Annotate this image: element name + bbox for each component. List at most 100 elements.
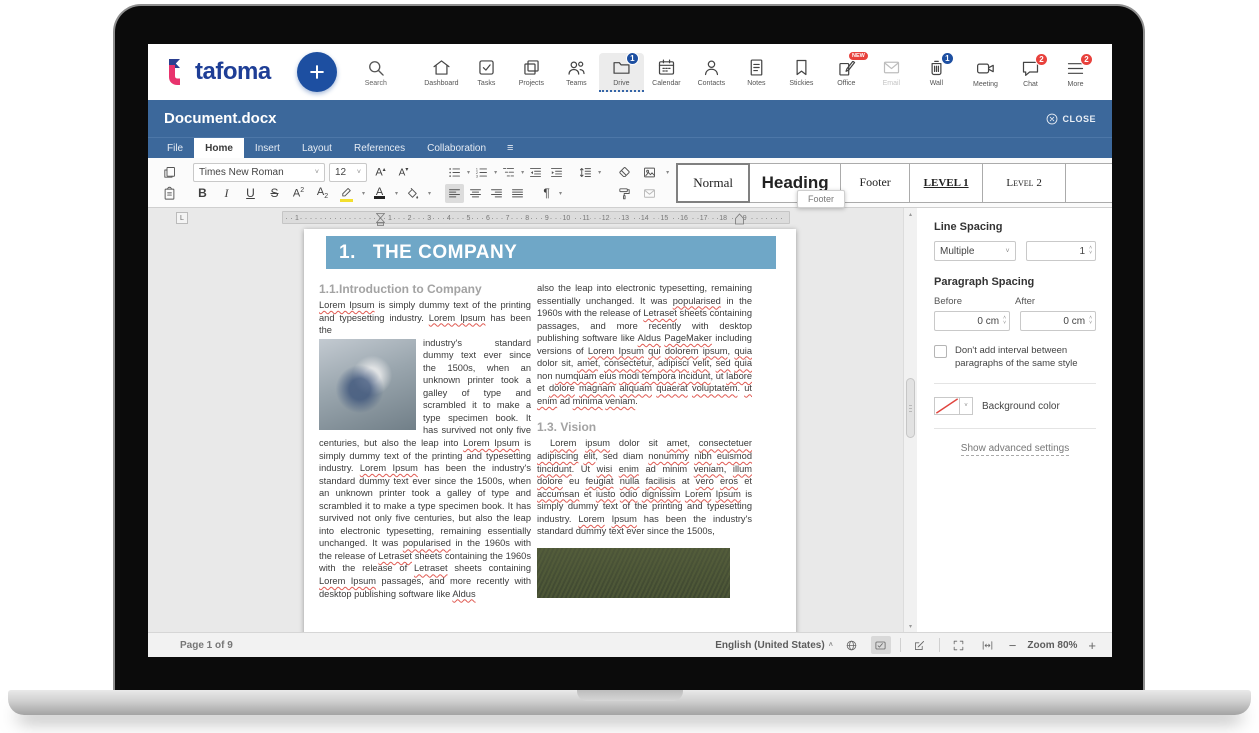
- font-color-button[interactable]: A: [370, 184, 389, 203]
- tab-references[interactable]: References: [343, 138, 416, 158]
- insert-image-button[interactable]: [640, 163, 659, 182]
- nav-item-contacts[interactable]: Contacts: [689, 53, 734, 92]
- nav-item-dashboard[interactable]: Dashboard: [419, 53, 464, 92]
- superscript-button[interactable]: A2: [289, 184, 308, 203]
- align-right-button[interactable]: [487, 184, 506, 203]
- strikethrough-button[interactable]: S: [265, 184, 284, 203]
- underline-button[interactable]: U: [241, 184, 260, 203]
- tafoma-logo[interactable]: tafoma: [164, 57, 271, 87]
- align-justify-button[interactable]: [508, 184, 527, 203]
- scrollbar-thumb[interactable]: [906, 378, 915, 438]
- spacing-after-value: 0 cm: [1063, 316, 1085, 327]
- close-button[interactable]: CLOSE: [1045, 112, 1096, 126]
- line-spacing-select[interactable]: Multiple ˅: [934, 241, 1016, 261]
- document-scrollbar[interactable]: ▴ ▾: [903, 208, 917, 632]
- numbered-list-button[interactable]: 123: [472, 163, 491, 182]
- scroll-up-arrow[interactable]: ▴: [904, 208, 917, 220]
- tab-file[interactable]: File: [156, 138, 194, 158]
- increase-indent-button[interactable]: [547, 163, 566, 182]
- multilevel-list-button[interactable]: [499, 163, 518, 182]
- nav-item-chat[interactable]: 2 Chat: [1008, 54, 1053, 91]
- search-button[interactable]: Search: [365, 58, 387, 87]
- zoom-in-button[interactable]: +: [1086, 638, 1098, 653]
- nav-item-wall[interactable]: 1 Wall: [914, 53, 959, 92]
- nav-item-meeting[interactable]: Meeting: [963, 54, 1008, 91]
- clear-formatting-button[interactable]: [615, 163, 634, 182]
- misspelled-word: vero: [696, 476, 714, 486]
- document-title: Document.docx: [164, 110, 277, 127]
- chapter-title: THE COMPANY: [373, 242, 517, 264]
- highlight-color-button[interactable]: [337, 184, 356, 203]
- spellcheck-button[interactable]: [871, 636, 891, 654]
- right-indent-marker[interactable]: [735, 213, 744, 225]
- nav-item-calendar[interactable]: Calendar: [644, 53, 689, 92]
- nav-item-tasks[interactable]: Tasks: [464, 53, 509, 92]
- line-spacing-stepper[interactable]: 1 ˄˅: [1026, 241, 1096, 261]
- nav-item-teams[interactable]: Teams: [554, 53, 599, 92]
- tabstop-selector[interactable]: L: [176, 212, 188, 224]
- fill-color-button[interactable]: [403, 184, 422, 203]
- italic-button[interactable]: I: [217, 184, 236, 203]
- style-footer[interactable]: Footer: [840, 163, 910, 203]
- align-left-icon: [447, 186, 462, 201]
- nav-item-office[interactable]: NEW Office: [824, 53, 869, 92]
- tab-home[interactable]: Home: [194, 138, 244, 158]
- language-dropdown[interactable]: English (United States) ˄: [715, 640, 833, 651]
- decrease-indent-button[interactable]: [526, 163, 545, 182]
- align-left-button[interactable]: [445, 184, 464, 203]
- document-page[interactable]: 1. THE COMPANY 1.1.Introduction to Compa…: [304, 229, 796, 632]
- fit-page-button[interactable]: [949, 636, 969, 654]
- indent-marker[interactable]: [376, 213, 385, 226]
- advanced-settings-link[interactable]: Show advanced settings: [961, 443, 1069, 456]
- tab-insert[interactable]: Insert: [244, 138, 291, 158]
- line-spacing-button[interactable]: [576, 163, 595, 182]
- tabs-hamburger-icon[interactable]: ≡: [497, 138, 523, 158]
- scroll-down-arrow[interactable]: ▾: [904, 620, 917, 632]
- add-button[interactable]: [297, 52, 337, 92]
- font-family-select[interactable]: Times New Roman ˅: [193, 163, 325, 182]
- misspelled-word: amet: [577, 358, 598, 368]
- background-color-swatch[interactable]: [934, 397, 960, 415]
- tab-layout[interactable]: Layout: [291, 138, 343, 158]
- style-normal[interactable]: Normal: [676, 163, 750, 203]
- nav-item-notes[interactable]: Notes: [734, 53, 779, 92]
- track-changes-button[interactable]: [910, 636, 930, 654]
- style-level1[interactable]: LEVEL 1: [909, 163, 983, 203]
- nav-item-projects[interactable]: Projects: [509, 53, 554, 92]
- style-level2[interactable]: Level 2: [982, 163, 1066, 203]
- background-color-dropdown[interactable]: ˅: [960, 397, 973, 415]
- nav-item-email[interactable]: Email: [869, 53, 914, 92]
- shrink-font-button[interactable]: A▾: [394, 163, 413, 182]
- bullet-list-button[interactable]: [445, 163, 464, 182]
- section-heading: 1.3. Vision: [537, 420, 752, 434]
- horizontal-ruler[interactable]: 112345678910111213141516171819: [282, 211, 790, 224]
- nav-item-drive[interactable]: 1 Drive: [599, 53, 644, 92]
- nav-item-stickies[interactable]: Stickies: [779, 53, 824, 92]
- font-size-select[interactable]: 12 ˅: [329, 163, 367, 182]
- nav-item-label: Wall: [930, 80, 943, 87]
- pilcrow-button[interactable]: ¶: [537, 184, 556, 203]
- zoom-out-button[interactable]: −: [1007, 638, 1019, 653]
- interval-checkbox[interactable]: [934, 345, 947, 358]
- globe-button[interactable]: [842, 636, 862, 654]
- spacing-after-stepper[interactable]: 0 cm ˄˅: [1020, 311, 1096, 331]
- format-painter-button[interactable]: [615, 184, 634, 203]
- subscript-button[interactable]: A2: [313, 184, 332, 203]
- mail-merge-button[interactable]: [640, 184, 659, 203]
- page-indicator: Page 1 of 9: [180, 640, 233, 651]
- misspelled-word: incidunt: [678, 371, 710, 381]
- copy-button[interactable]: [160, 163, 179, 182]
- fit-width-button[interactable]: [978, 636, 998, 654]
- spacing-before-stepper[interactable]: 0 cm ˄˅: [934, 311, 1010, 331]
- style-empty[interactable]: [1065, 163, 1112, 203]
- bold-button[interactable]: B: [193, 184, 212, 203]
- tab-collaboration[interactable]: Collaboration: [416, 138, 497, 158]
- nav-item-more[interactable]: 2 More: [1053, 54, 1098, 91]
- paste-button[interactable]: [160, 184, 179, 203]
- misspelled-word: illum: [733, 464, 752, 474]
- grow-font-button[interactable]: A▴: [371, 163, 390, 182]
- align-center-button[interactable]: [466, 184, 485, 203]
- misspelled-word: facilisis: [646, 476, 676, 486]
- misspelled-word: numquam: [555, 371, 596, 381]
- misspelled-word: Ipsum: [716, 489, 741, 499]
